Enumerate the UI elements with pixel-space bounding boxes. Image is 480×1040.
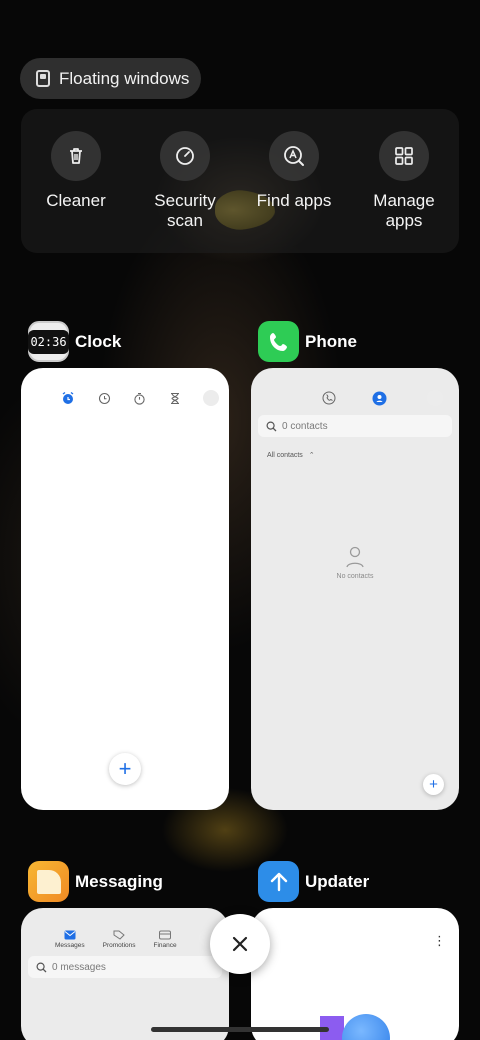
phone-recent-card[interactable]: 0 contacts All contacts ⌃ No contacts +: [251, 368, 459, 810]
search-icon: [36, 961, 47, 972]
close-all-button[interactable]: [210, 914, 270, 974]
tab-promotions-label: Promotions: [102, 942, 136, 949]
updater-illustration-circle: [342, 1014, 390, 1040]
no-contacts-text: No contacts: [336, 573, 374, 580]
phone-menu-button[interactable]: [427, 390, 443, 406]
security-scan-label: Security scan: [154, 191, 216, 230]
contacts-tab-icon[interactable]: [372, 391, 387, 406]
find-apps-label: Find apps: [256, 191, 332, 210]
find-apps-icon: [269, 131, 319, 181]
manage-apps-button[interactable]: Manage apps: [349, 131, 459, 231]
tab-finance[interactable]: Finance: [154, 930, 177, 949]
security-scan-icon: [160, 131, 210, 181]
contacts-search-placeholder: 0 contacts: [282, 420, 328, 432]
messaging-app-header[interactable]: Messaging: [28, 861, 163, 902]
floating-windows-label: Floating windows: [59, 68, 190, 88]
tab-finance-label: Finance: [153, 942, 177, 949]
search-icon: [266, 420, 277, 431]
find-apps-button[interactable]: Find apps: [239, 131, 349, 211]
tag-icon: [113, 930, 125, 940]
clock-app-header[interactable]: 02:36 Clock: [28, 321, 121, 362]
more-vert-icon[interactable]: ⋮: [433, 934, 446, 947]
quick-actions-panel: Cleaner Security scan Find apps Manage a…: [21, 109, 459, 253]
grid-icon: [379, 131, 429, 181]
messaging-app-name: Messaging: [75, 871, 163, 891]
messages-search-input[interactable]: 0 messages: [28, 956, 222, 978]
phone-app-header[interactable]: Phone: [258, 321, 357, 362]
cleaner-button[interactable]: Cleaner: [21, 131, 131, 211]
updater-app-icon: [258, 861, 299, 902]
home-gesture-bar[interactable]: [151, 1027, 329, 1032]
tab-messages-label: Messages: [55, 942, 85, 949]
messaging-tabs: Messages Promotions Finance: [55, 930, 177, 949]
updater-recent-card[interactable]: ⋮: [251, 908, 459, 1040]
timer-icon[interactable]: [169, 392, 181, 405]
clock-app-icon: 02:36: [28, 321, 69, 362]
messages-search-placeholder: 0 messages: [52, 961, 106, 973]
manage-apps-label: Manage apps: [373, 191, 435, 230]
cleaner-label: Cleaner: [46, 191, 106, 210]
card-icon: [159, 930, 172, 940]
stopwatch-icon[interactable]: [133, 392, 146, 405]
message-icon: [64, 930, 76, 940]
person-icon: [346, 546, 364, 568]
clock-icon-time: 02:36: [28, 329, 69, 354]
messaging-app-icon: [28, 861, 69, 902]
messaging-recent-card[interactable]: Messages Promotions Finance 0 messages: [21, 908, 229, 1040]
recents-call-icon[interactable]: [322, 391, 336, 405]
tab-messages[interactable]: Messages: [55, 930, 85, 949]
clock-recent-card[interactable]: +: [21, 368, 229, 810]
contacts-filter-label: All contacts: [267, 452, 303, 459]
contacts-search-input[interactable]: 0 contacts: [258, 415, 452, 437]
contacts-filter[interactable]: All contacts ⌃: [267, 451, 315, 459]
updater-app-name: Updater: [305, 871, 370, 891]
trash-icon: [51, 131, 101, 181]
updater-app-header[interactable]: Updater: [258, 861, 369, 902]
alarm-icon[interactable]: [61, 391, 75, 405]
chevron-updown-icon: ⌃: [308, 452, 315, 459]
floating-window-icon: [36, 70, 50, 87]
add-contact-button[interactable]: +: [423, 774, 444, 795]
phone-app-name: Phone: [305, 331, 357, 351]
close-icon: [232, 936, 248, 952]
world-clock-icon[interactable]: [98, 392, 111, 405]
floating-windows-button[interactable]: Floating windows: [20, 58, 201, 99]
phone-app-icon: [258, 321, 299, 362]
security-scan-button[interactable]: Security scan: [130, 131, 240, 231]
clock-tabs: [61, 390, 219, 406]
clock-app-name: Clock: [75, 331, 122, 351]
tab-promotions[interactable]: Promotions: [103, 930, 136, 949]
clock-menu-button[interactable]: [203, 390, 219, 406]
clock-add-button[interactable]: +: [109, 753, 141, 785]
